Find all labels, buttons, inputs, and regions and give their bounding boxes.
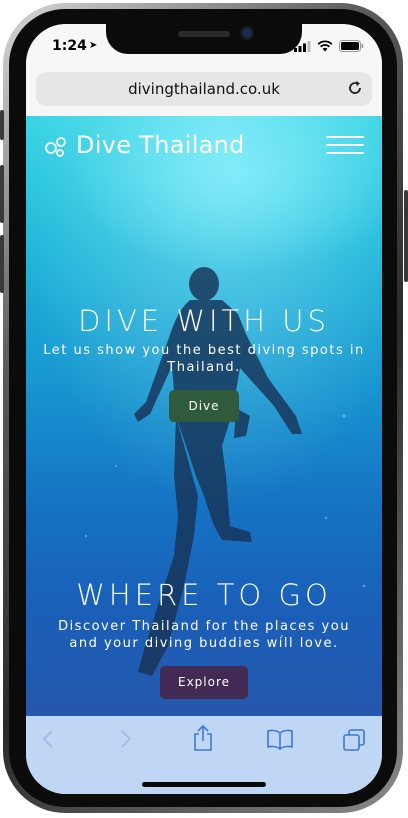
reload-icon[interactable] (346, 79, 364, 97)
location-arrow-icon: ➤ (89, 40, 98, 51)
phone-screen: 1:24 ➤ divingthailand.co.uk Dive Thailan… (26, 24, 382, 794)
notch (106, 24, 302, 54)
power-button (404, 190, 408, 282)
site-header: Dive Thailand (26, 116, 382, 178)
url-text[interactable]: divingthailand.co.uk (36, 80, 372, 98)
battery-icon (339, 40, 364, 52)
section-heading: WHERE TO GO (76, 578, 332, 612)
chevron-left-icon[interactable] (40, 728, 56, 750)
share-icon[interactable] (192, 724, 214, 752)
status-icons (294, 40, 364, 52)
speaker (178, 31, 230, 37)
explore-button[interactable]: Explore (160, 666, 248, 699)
bubbles-logo-icon[interactable] (44, 136, 70, 158)
web-content: Dive Thailand DIVE WITH US Let us show y… (26, 116, 382, 716)
hero-heading: DIVE WITH US (78, 304, 330, 338)
site-brand[interactable]: Dive Thailand (76, 131, 245, 159)
status-time: 1:24 (52, 38, 87, 54)
mute-switch (0, 110, 4, 140)
hero-dive-section: DIVE WITH US Let us show you the best di… (26, 304, 382, 422)
home-indicator[interactable] (142, 782, 266, 787)
front-camera (242, 28, 252, 38)
where-to-go-section: WHERE TO GO Discover Thailand for the pl… (26, 578, 382, 699)
tabs-icon[interactable] (342, 728, 366, 752)
hamburger-menu-icon[interactable] (326, 136, 364, 156)
section-text: Discover Thailand for the places you and… (58, 619, 350, 651)
hero-text: Let us show you the best diving spots in… (43, 343, 365, 375)
book-icon[interactable] (266, 728, 294, 750)
chevron-right-icon[interactable] (118, 728, 134, 750)
volume-up-button (0, 165, 4, 223)
wifi-icon (317, 40, 333, 52)
volume-down-button (0, 235, 4, 293)
dive-button[interactable]: Dive (169, 390, 239, 422)
address-bar[interactable]: divingthailand.co.uk (36, 72, 372, 106)
